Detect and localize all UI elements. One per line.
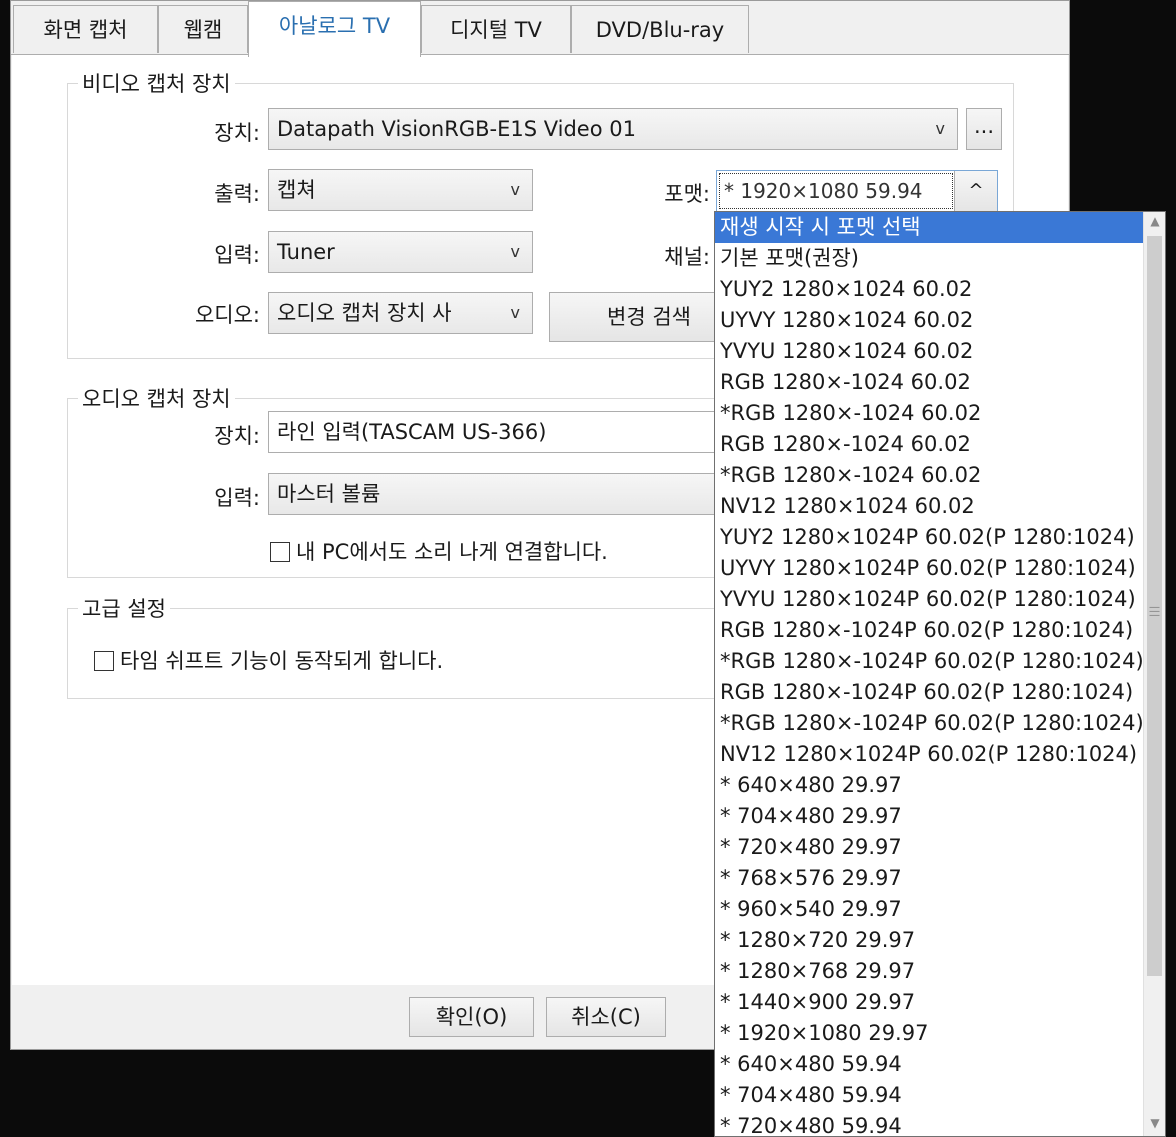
format-option[interactable]: *RGB 1280×-1024P 60.02(P 1280:1024) xyxy=(715,646,1144,677)
format-option[interactable]: * 704×480 29.97 xyxy=(715,801,1143,832)
format-option[interactable]: * 768×576 29.97 xyxy=(715,863,1143,894)
format-option[interactable]: YUY2 1280×1024P 60.02(P 1280:1024) xyxy=(715,522,1143,553)
format-option[interactable]: *RGB 1280×-1024 60.02 xyxy=(715,460,1143,491)
video-device-label: 장치: xyxy=(214,121,260,145)
format-label: 포맷: xyxy=(664,182,710,206)
format-option[interactable]: * 1440×900 29.97 xyxy=(715,987,1143,1018)
channel-label: 채널: xyxy=(664,245,710,269)
format-option-selected[interactable]: 재생 시작 시 포멧 선택 xyxy=(715,212,1143,243)
video-device-value: Datapath VisionRGB-E1S Video 01 xyxy=(277,117,636,141)
audio-label: 오디오: xyxy=(194,303,260,327)
dropdown-scrollbar[interactable]: ▲ ― ― ― ▼ xyxy=(1143,212,1165,1136)
scrollbar-grip-icon: ― ― ― xyxy=(1149,602,1160,621)
format-option[interactable]: * 720×480 59.94 xyxy=(715,1111,1143,1136)
format-dropdown-list[interactable]: 재생 시작 시 포멧 선택 기본 포맷(권장) YUY2 1280×1024 60.… xyxy=(714,211,1166,1137)
output-value: 캡쳐 xyxy=(277,178,316,202)
video-device-browse-button[interactable]: ... xyxy=(966,108,1002,150)
input-label: 입력: xyxy=(214,243,260,267)
output-select[interactable]: 캡쳐 v xyxy=(268,169,533,211)
chevron-down-icon: v xyxy=(510,180,520,199)
audio-value: 오디오 캡처 장치 사 xyxy=(277,301,452,325)
audio-select[interactable]: 오디오 캡처 장치 사 v xyxy=(268,292,533,334)
format-option[interactable]: * 1920×1080 29.97 xyxy=(715,1018,1143,1049)
advanced-legend: 고급 설정 xyxy=(78,593,170,623)
checkbox-box xyxy=(270,542,290,562)
scroll-down-arrow-icon[interactable]: ▼ xyxy=(1144,1116,1165,1136)
monitor-audio-label: 내 PC에서도 소리 나게 연결합니다. xyxy=(296,540,608,564)
format-option[interactable]: YVYU 1280×1024P 60.02(P 1280:1024) xyxy=(715,584,1143,615)
tab-digital-tv[interactable]: 디지털 TV xyxy=(421,5,571,53)
audio-device-value: 라인 입력(TASCAM US-366) xyxy=(277,420,547,444)
format-option[interactable]: 기본 포맷(권장) xyxy=(715,243,1143,274)
audio-input-value: 마스터 볼륨 xyxy=(277,482,381,506)
audio-device-label: 장치: xyxy=(214,424,260,448)
format-option[interactable]: * 720×480 29.97 xyxy=(715,832,1143,863)
format-option[interactable]: * 1280×768 29.97 xyxy=(715,956,1143,987)
audio-device-select[interactable]: 라인 입력(TASCAM US-366) xyxy=(268,411,758,453)
format-option[interactable]: UYVY 1280×1024 60.02 xyxy=(715,305,1143,336)
format-option[interactable]: RGB 1280×-1024 60.02 xyxy=(715,429,1143,460)
cancel-button[interactable]: 취소(C) xyxy=(546,997,666,1037)
format-option[interactable]: *RGB 1280×-1024P 60.02(P 1280:1024) xyxy=(715,708,1144,739)
format-option[interactable]: RGB 1280×-1024 60.02 xyxy=(715,367,1143,398)
format-option[interactable]: * 704×480 59.94 xyxy=(715,1080,1143,1111)
format-option[interactable]: * 640×480 29.97 xyxy=(715,770,1143,801)
input-value: Tuner xyxy=(277,240,335,264)
format-option[interactable]: RGB 1280×-1024P 60.02(P 1280:1024) xyxy=(715,615,1143,646)
tab-webcam[interactable]: 웹캠 xyxy=(158,5,248,53)
scroll-up-arrow-icon[interactable]: ▲ xyxy=(1144,214,1165,234)
tab-dvd-bluray[interactable]: DVD/Blu-ray xyxy=(571,5,749,53)
format-option[interactable]: UYVY 1280×1024P 60.02(P 1280:1024) xyxy=(715,553,1143,584)
format-value: * 1920×1080 59.94 xyxy=(719,173,953,209)
monitor-audio-checkbox[interactable]: 내 PC에서도 소리 나게 연결합니다. xyxy=(270,536,608,566)
chevron-down-icon: v xyxy=(506,293,520,333)
tab-screen-capture[interactable]: 화면 캡처 xyxy=(13,5,158,53)
format-option[interactable]: * 960×540 29.97 xyxy=(715,894,1143,925)
format-option[interactable]: RGB 1280×-1024P 60.02(P 1280:1024) xyxy=(715,677,1143,708)
format-option[interactable]: NV12 1280×1024P 60.02(P 1280:1024) xyxy=(715,739,1143,770)
video-capture-legend: 비디오 캡처 장치 xyxy=(78,68,235,98)
video-device-select[interactable]: Datapath VisionRGB-E1S Video 01 v xyxy=(268,108,958,150)
tab-bar: 화면 캡처 웹캠 아날로그 TV 디지털 TV DVD/Blu-ray xyxy=(11,1,1069,57)
format-option[interactable]: *RGB 1280×-1024 60.02 xyxy=(715,398,1143,429)
format-option[interactable]: YVYU 1280×1024 60.02 xyxy=(715,336,1143,367)
format-option[interactable]: YUY2 1280×1024 60.02 xyxy=(715,274,1143,305)
input-select[interactable]: Tuner v xyxy=(268,231,533,273)
format-option[interactable]: * 1280×720 29.97 xyxy=(715,925,1143,956)
chevron-down-icon: v xyxy=(510,242,520,261)
checkbox-box xyxy=(94,651,114,671)
output-label: 출력: xyxy=(214,182,260,206)
audio-capture-legend: 오디오 캡처 장치 xyxy=(78,383,235,413)
format-option[interactable]: NV12 1280×1024 60.02 xyxy=(715,491,1143,522)
format-select[interactable]: * 1920×1080 59.94 ^ xyxy=(716,170,998,212)
timeshift-label: 타임 쉬프트 기능이 동작되게 합니다. xyxy=(120,649,444,673)
scrollbar-thumb[interactable]: ― ― ― xyxy=(1147,236,1162,976)
chevron-up-icon[interactable]: ^ xyxy=(954,171,997,211)
format-options: 재생 시작 시 포멧 선택 기본 포맷(권장) YUY2 1280×1024 60.… xyxy=(715,212,1144,1136)
audio-input-select[interactable]: 마스터 볼륨 xyxy=(268,473,758,515)
audio-input-label: 입력: xyxy=(214,486,260,510)
ok-button[interactable]: 확인(O) xyxy=(409,997,534,1037)
chevron-down-icon: v xyxy=(935,119,945,138)
timeshift-checkbox[interactable]: 타임 쉬프트 기능이 동작되게 합니다. xyxy=(94,645,443,675)
format-option[interactable]: * 640×480 59.94 xyxy=(715,1049,1143,1080)
tab-analog-tv[interactable]: 아날로그 TV xyxy=(248,1,421,57)
